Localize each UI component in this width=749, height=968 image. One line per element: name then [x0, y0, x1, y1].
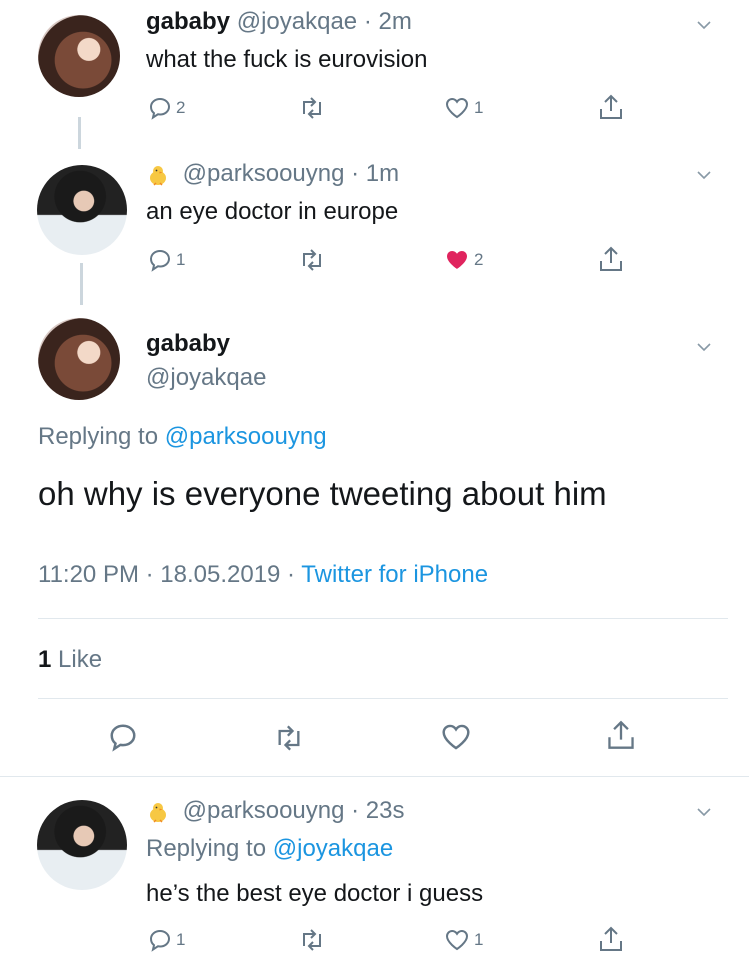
- reply-icon: [110, 724, 136, 752]
- heart-icon: [445, 97, 469, 119]
- retweet-icon: [303, 249, 321, 271]
- divider: [38, 618, 728, 619]
- reply-button[interactable]: 1: [148, 248, 185, 272]
- replying-to-label: Replying to: [38, 423, 159, 450]
- avatar-gababy[interactable]: [38, 318, 120, 400]
- like-button[interactable]: 2: [444, 248, 483, 272]
- chevron-down-icon[interactable]: [697, 18, 711, 32]
- replying-to-handle[interactable]: @joyakqae: [273, 835, 393, 862]
- retweet-button[interactable]: [298, 248, 326, 272]
- retweet-button[interactable]: [298, 928, 326, 952]
- replying-to: Replying to @joyakqae: [146, 835, 393, 863]
- replying-to: Replying to @parksoouyng: [38, 423, 327, 451]
- likes-summary[interactable]: 1 Like: [38, 646, 102, 674]
- handle[interactable]: @joyakqae: [146, 364, 266, 392]
- share-button[interactable]: [606, 718, 636, 752]
- retweet-button[interactable]: [298, 96, 326, 120]
- like-button[interactable]: [440, 722, 472, 752]
- timestamp: 11:20 PM · 18.05.2019 ·: [38, 561, 296, 588]
- chevron-down-icon[interactable]: [697, 168, 711, 182]
- likes-count: 1: [38, 646, 52, 673]
- share-icon: [608, 720, 634, 749]
- reply-count: 1: [176, 250, 186, 269]
- retweet-icon: [303, 97, 321, 119]
- replying-to-handle[interactable]: @parksoouyng: [165, 423, 327, 450]
- tweet-text: an eye doctor in europe: [146, 198, 399, 225]
- tweet1-header: gababy @joyakqae · 2m: [146, 8, 412, 36]
- reply-button[interactable]: 2: [148, 96, 185, 120]
- reply-icon: [149, 97, 171, 120]
- reply-button[interactable]: [108, 722, 138, 752]
- tweet2-header: @parksoouyng · 1m: [146, 160, 399, 188]
- avatar-parksoouyng[interactable]: [37, 800, 127, 890]
- share-button[interactable]: [598, 245, 624, 273]
- chevron-down-icon[interactable]: [697, 340, 711, 354]
- baby-chick-icon: [150, 165, 166, 186]
- handle[interactable]: @parksoouyng: [183, 797, 345, 824]
- display-name[interactable]: gababy: [146, 330, 230, 358]
- reply-count: 1: [176, 930, 186, 949]
- heart-filled-icon: [447, 251, 467, 269]
- reply-icon: [149, 249, 171, 272]
- like-button[interactable]: 1: [444, 96, 483, 120]
- share-button[interactable]: [598, 925, 624, 953]
- tweet-meta: 11:20 PM · 18.05.2019 · Twitter for iPho…: [38, 561, 488, 589]
- reply-icon: [149, 929, 171, 952]
- tweet-text: he’s the best eye doctor i guess: [146, 880, 484, 907]
- reply-header: @parksoouyng · 23s: [146, 797, 405, 825]
- main-tweet-text: oh why is everyone tweeting about him: [38, 475, 607, 512]
- display-name[interactable]: gababy: [146, 8, 230, 35]
- replying-to-label: Replying to: [146, 835, 267, 862]
- heart-icon: [442, 724, 470, 750]
- thread-line: [78, 117, 81, 149]
- like-count: 1: [474, 98, 484, 117]
- timestamp: · 2m: [363, 8, 412, 35]
- baby-chick-icon: [150, 802, 166, 823]
- like-count: 1: [474, 930, 484, 949]
- share-icon: [600, 246, 622, 271]
- like-button[interactable]: 1: [444, 928, 483, 952]
- share-icon: [600, 94, 622, 119]
- likes-label: Like: [58, 646, 103, 673]
- timestamp: · 1m: [351, 160, 400, 187]
- share-button[interactable]: [598, 93, 624, 121]
- divider: [0, 776, 749, 777]
- retweet-icon: [303, 929, 321, 951]
- chevron-down-icon[interactable]: [697, 805, 711, 819]
- tweet-text: what the fuck is eurovision: [146, 46, 428, 73]
- handle[interactable]: @joyakqae: [237, 8, 357, 35]
- divider: [38, 698, 728, 699]
- thread-line: [80, 263, 83, 305]
- handle[interactable]: @parksoouyng: [183, 160, 345, 187]
- share-icon: [600, 926, 622, 951]
- like-count: 2: [474, 250, 484, 269]
- heart-icon: [445, 929, 469, 951]
- retweet-icon: [278, 725, 300, 751]
- avatar-parksoouyng[interactable]: [37, 165, 127, 255]
- avatar-gababy[interactable]: [38, 15, 120, 97]
- source-link[interactable]: Twitter for iPhone: [301, 561, 488, 588]
- timestamp: · 23s: [351, 797, 405, 824]
- reply-count: 2: [176, 98, 186, 117]
- reply-button[interactable]: 1: [148, 928, 185, 952]
- retweet-button[interactable]: [272, 724, 306, 752]
